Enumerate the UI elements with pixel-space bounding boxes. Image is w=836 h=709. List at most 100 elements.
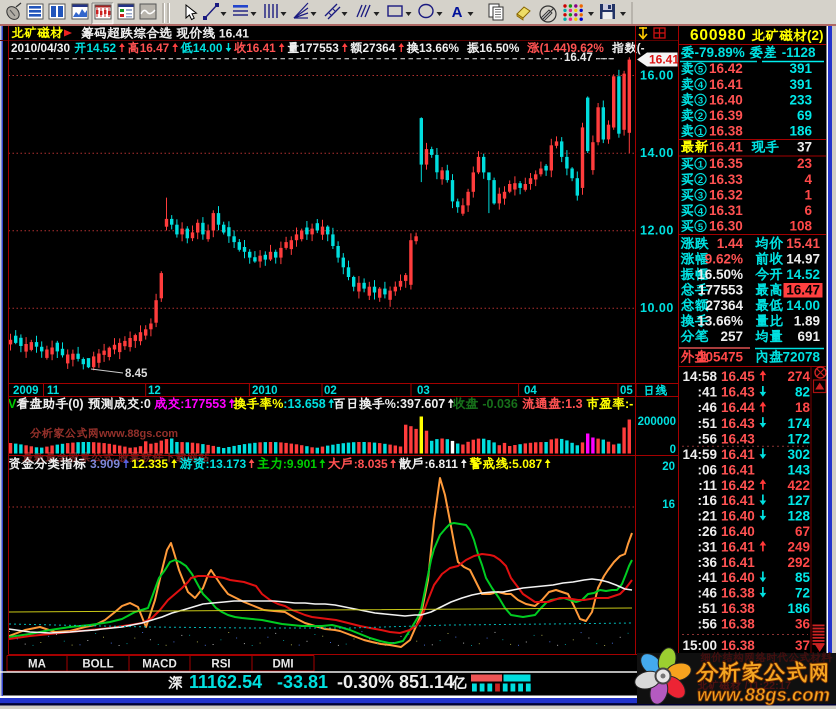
svg-text:16.32: 16.32 bbox=[709, 187, 743, 202]
svg-text:2010/04/30: 2010/04/30 bbox=[11, 41, 70, 55]
svg-text:2010: 2010 bbox=[252, 385, 278, 397]
svg-text:274: 274 bbox=[787, 369, 810, 384]
svg-text:16.41: 16.41 bbox=[721, 462, 755, 477]
svg-text:MA: MA bbox=[28, 659, 46, 671]
svg-text:(-: (- bbox=[637, 41, 645, 55]
svg-text:1: 1 bbox=[804, 187, 812, 202]
svg-text:3: 3 bbox=[698, 96, 703, 107]
svg-text:12.00: 12.00 bbox=[640, 224, 674, 238]
svg-text::5.087: :5.087 bbox=[508, 457, 542, 471]
svg-text:16.40: 16.40 bbox=[721, 570, 755, 585]
svg-text:16.40: 16.40 bbox=[721, 524, 755, 539]
svg-text:14:58: 14:58 bbox=[682, 369, 717, 384]
svg-text:11162.54: 11162.54 bbox=[189, 672, 262, 692]
svg-text:16.41: 16.41 bbox=[721, 539, 755, 554]
svg-text:186: 186 bbox=[789, 123, 812, 138]
svg-text:16.50%: 16.50% bbox=[697, 267, 743, 282]
svg-text:16.38: 16.38 bbox=[709, 123, 743, 138]
svg-text::21: :21 bbox=[697, 509, 717, 524]
svg-text:127: 127 bbox=[787, 493, 810, 508]
svg-text:2009: 2009 bbox=[13, 385, 39, 397]
svg-text::13.658: :13.658 bbox=[283, 397, 325, 411]
svg-text:16.00: 16.00 bbox=[640, 69, 674, 83]
svg-text::13.173: :13.173 bbox=[206, 457, 247, 471]
svg-text:16.43: 16.43 bbox=[721, 431, 755, 446]
svg-text:16.40: 16.40 bbox=[721, 509, 755, 524]
svg-text:-33.81: -33.81 bbox=[277, 672, 328, 692]
svg-text::-: :- bbox=[625, 397, 633, 411]
svg-text:177553: 177553 bbox=[299, 41, 339, 55]
svg-text:14.00: 14.00 bbox=[640, 146, 674, 160]
svg-text:37: 37 bbox=[795, 638, 810, 653]
svg-text:67: 67 bbox=[795, 524, 810, 539]
svg-text:16.47: 16.47 bbox=[564, 52, 593, 64]
svg-text:-0.036: -0.036 bbox=[482, 397, 517, 411]
svg-text:128: 128 bbox=[787, 509, 810, 524]
svg-text:16.31: 16.31 bbox=[709, 203, 743, 218]
svg-text:13.66%: 13.66% bbox=[419, 41, 460, 55]
svg-text:2: 2 bbox=[698, 111, 703, 122]
svg-text::46: :46 bbox=[697, 586, 717, 601]
svg-text::1.3: :1.3 bbox=[561, 397, 583, 411]
svg-text:10.00: 10.00 bbox=[640, 301, 674, 315]
svg-text::56: :56 bbox=[697, 431, 717, 446]
svg-text::51: :51 bbox=[697, 416, 717, 431]
svg-text:-79.89%: -79.89% bbox=[695, 45, 745, 60]
svg-text::06: :06 bbox=[697, 462, 717, 477]
svg-text:16.41: 16.41 bbox=[246, 41, 276, 55]
svg-text:36: 36 bbox=[795, 616, 811, 631]
svg-text:13.66%: 13.66% bbox=[697, 314, 743, 329]
svg-text:4: 4 bbox=[804, 172, 812, 187]
svg-text:05: 05 bbox=[620, 385, 633, 397]
svg-text:16.41: 16.41 bbox=[721, 555, 755, 570]
svg-text:37: 37 bbox=[797, 140, 812, 155]
svg-text:1.89: 1.89 bbox=[794, 314, 820, 329]
svg-text:16.35: 16.35 bbox=[709, 156, 743, 171]
svg-text:03: 03 bbox=[417, 385, 430, 397]
svg-text:186: 186 bbox=[787, 601, 810, 616]
svg-text:6: 6 bbox=[804, 203, 812, 218]
svg-text:16.45: 16.45 bbox=[721, 369, 755, 384]
svg-text:177553: 177553 bbox=[698, 283, 744, 298]
svg-text:3: 3 bbox=[698, 191, 703, 202]
svg-text:600980: 600980 bbox=[690, 27, 747, 44]
svg-text:1: 1 bbox=[698, 127, 704, 138]
svg-text:2: 2 bbox=[698, 175, 703, 186]
svg-text:1: 1 bbox=[698, 160, 704, 171]
svg-text:12.335: 12.335 bbox=[131, 457, 168, 471]
svg-text:108: 108 bbox=[789, 218, 812, 233]
svg-text:16.41: 16.41 bbox=[721, 493, 755, 508]
svg-text:-0.30%: -0.30% bbox=[337, 672, 394, 692]
svg-text:16.41: 16.41 bbox=[709, 77, 743, 92]
svg-text:15.41: 15.41 bbox=[786, 236, 820, 251]
svg-text:27364: 27364 bbox=[363, 41, 396, 55]
svg-text:%: % bbox=[385, 397, 396, 411]
svg-text:16.47: 16.47 bbox=[140, 41, 170, 55]
svg-text:16.43: 16.43 bbox=[721, 416, 755, 431]
svg-text::6.811: :6.811 bbox=[425, 457, 459, 471]
svg-text:69: 69 bbox=[797, 108, 812, 123]
svg-text:16.42: 16.42 bbox=[721, 478, 755, 493]
svg-text:16.42: 16.42 bbox=[709, 61, 743, 76]
svg-text::56: :56 bbox=[697, 616, 717, 631]
svg-text:16.38: 16.38 bbox=[721, 638, 755, 653]
svg-text:143: 143 bbox=[787, 462, 810, 477]
svg-text:02: 02 bbox=[324, 385, 337, 397]
svg-text:4: 4 bbox=[698, 206, 704, 217]
svg-text:72: 72 bbox=[795, 586, 810, 601]
svg-text:249: 249 bbox=[787, 539, 810, 554]
svg-text:16.39: 16.39 bbox=[709, 108, 743, 123]
svg-text:9.62%: 9.62% bbox=[705, 252, 743, 267]
svg-text:4: 4 bbox=[698, 80, 704, 91]
svg-text::26: :26 bbox=[697, 524, 717, 539]
svg-text::11: :11 bbox=[698, 478, 717, 493]
svg-text:(0): (0) bbox=[68, 397, 83, 411]
svg-text:20: 20 bbox=[662, 461, 675, 473]
svg-text:16.38: 16.38 bbox=[721, 601, 755, 616]
svg-text:16.38: 16.38 bbox=[721, 586, 755, 601]
svg-text:0: 0 bbox=[670, 444, 676, 456]
svg-text:16.38: 16.38 bbox=[721, 616, 755, 631]
svg-text:www.88gs.com: www.88gs.com bbox=[98, 428, 178, 440]
svg-text::9.901: :9.901 bbox=[283, 457, 317, 471]
svg-text:12: 12 bbox=[148, 385, 161, 397]
